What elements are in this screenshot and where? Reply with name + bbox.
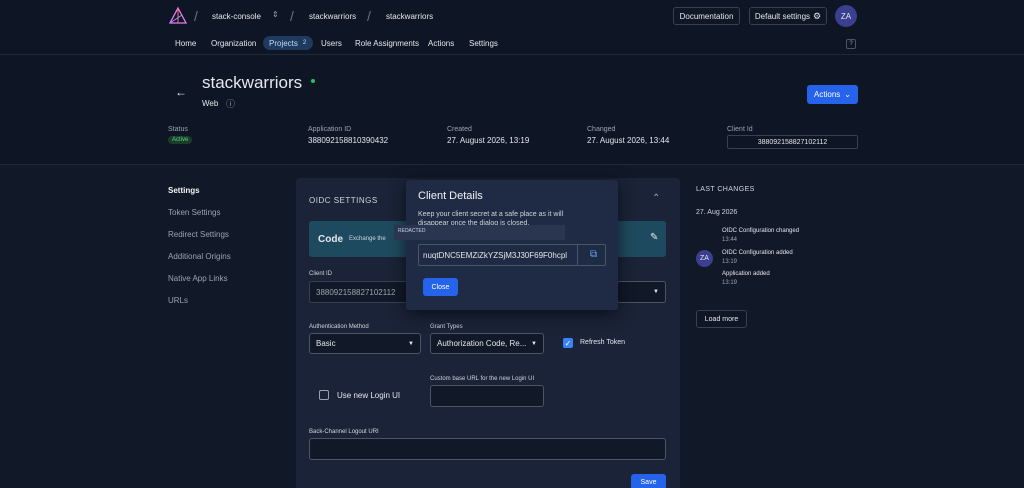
auth-method-select[interactable]: Basic ▼	[309, 333, 421, 354]
sidebar-item-redirect-settings[interactable]: Redirect Settings	[168, 230, 231, 239]
app-header: ← stackwarriors Web ⓘ Actions ⌄ Status A…	[0, 55, 1024, 165]
backchannel-label: Back-Channel Logout URI	[309, 429, 379, 435]
breadcrumb-project[interactable]: stackwarriors	[309, 12, 356, 21]
avatar: ZA	[696, 250, 713, 267]
app-id-value: 388092158810390432	[308, 136, 389, 145]
change-entry-time: 13:19	[722, 259, 738, 265]
last-changes-title: LAST CHANGES	[696, 186, 755, 193]
auth-method-value: Basic	[316, 339, 336, 348]
back-arrow-icon[interactable]: ←	[175, 85, 187, 99]
client-id-copy-field[interactable]: 388092158827102112	[727, 135, 858, 149]
redacted-overlay: REDACTED	[394, 225, 565, 240]
sidebar-item-additional-origins[interactable]: Additional Origins	[168, 252, 231, 261]
sidebar-item-settings[interactable]: Settings	[168, 186, 231, 195]
auth-method-label: Authentication Method	[309, 324, 369, 330]
help-icon[interactable]: ?	[846, 39, 856, 49]
changed-label: Changed	[587, 126, 616, 133]
close-button[interactable]: Close	[423, 278, 458, 296]
change-entry-time: 13:19	[722, 280, 738, 286]
client-secret-field[interactable]: nuqtDNC5EMZiZkYZSjM3J30F69F0hcpl ⧉	[418, 244, 606, 266]
chevron-down-icon: ⌄	[844, 90, 851, 99]
gear-icon: ⚙	[813, 10, 822, 21]
backchannel-input[interactable]	[309, 438, 666, 460]
tab-organization[interactable]: Organization	[211, 39, 256, 48]
copy-icon[interactable]: ⧉	[590, 249, 597, 260]
change-entry-text: OIDC Configuration changed	[722, 228, 800, 234]
client-id-input: 388092158827102112	[309, 281, 409, 303]
created-value: 27. August 2026, 13:19	[447, 136, 530, 145]
use-new-login-label: Use new Login UI	[337, 391, 401, 400]
grant-types-label: Grant Types	[430, 324, 463, 330]
sidebar-item-urls[interactable]: URLs	[168, 296, 231, 305]
settings-sidebar: Settings Token Settings Redirect Setting…	[168, 186, 231, 305]
dropdown-arrow-icon: ▼	[531, 340, 537, 347]
custom-url-input[interactable]	[430, 385, 544, 407]
logo-icon[interactable]	[168, 6, 188, 26]
breadcrumb-separator: /	[194, 8, 198, 24]
tab-projects[interactable]: Projects 2	[263, 36, 313, 50]
load-more-button[interactable]: Load more	[696, 310, 747, 328]
tab-role-assignments[interactable]: Role Assignments	[355, 39, 419, 48]
dialog-title: Client Details	[418, 190, 483, 202]
oidc-settings-title: OIDC SETTINGS	[309, 196, 378, 205]
client-id-input-value: 388092158827102112	[316, 287, 396, 297]
use-new-login-checkbox[interactable]	[319, 390, 329, 400]
default-settings-button[interactable]: Default settings ⚙	[749, 7, 827, 25]
sidebar-item-token-settings[interactable]: Token Settings	[168, 208, 231, 217]
app-id-label: Application ID	[308, 126, 352, 133]
field-divider	[577, 245, 578, 265]
dropdown-arrow-icon: ▼	[653, 289, 659, 295]
dropdown-arrow-icon: ▼	[408, 340, 414, 347]
actions-button[interactable]: Actions ⌄	[807, 85, 858, 104]
client-details-dialog: Client Details Keep your client secret a…	[394, 180, 618, 310]
breadcrumb-separator: /	[290, 8, 294, 24]
tab-actions[interactable]: Actions	[428, 39, 454, 48]
status-label: Status	[168, 126, 188, 133]
client-id-field-label: Client ID	[309, 271, 333, 277]
page-title: stackwarriors	[202, 73, 303, 92]
refresh-token-checkbox[interactable]: ✓	[563, 338, 573, 348]
projects-count-badge: 2	[302, 40, 307, 46]
info-icon[interactable]: ⓘ	[226, 97, 235, 110]
changes-date: 27. Aug 2026	[696, 209, 738, 216]
documentation-button[interactable]: Documentation	[673, 7, 740, 25]
tab-users[interactable]: Users	[321, 39, 342, 48]
change-entry-text: Application added	[722, 271, 770, 277]
grant-types-select[interactable]: Authorization Code, Re... ▼	[430, 333, 544, 354]
chevron-updown-icon[interactable]: ⇕	[272, 10, 279, 19]
edit-icon[interactable]: ✎	[650, 232, 658, 243]
type-select[interactable]: ▼	[617, 281, 666, 303]
save-button[interactable]: Save	[631, 474, 666, 488]
breadcrumb-org[interactable]: stack-console	[212, 12, 261, 21]
created-label: Created	[447, 126, 472, 133]
app-type: Web	[202, 99, 219, 108]
code-desc: Exchange the	[349, 236, 386, 242]
avatar[interactable]: ZA	[835, 5, 857, 27]
refresh-token-label: Refresh Token	[580, 339, 626, 346]
sidebar-item-native-app-links[interactable]: Native App Links	[168, 274, 231, 283]
breadcrumb-app[interactable]: stackwarriors	[386, 12, 433, 21]
status-badge: Active	[168, 136, 193, 144]
client-id-label: Client Id	[727, 126, 753, 133]
change-entry-text: OIDC Configuration added	[722, 250, 793, 256]
grant-types-value: Authorization Code, Re...	[437, 339, 527, 348]
chevron-up-icon[interactable]: ⌃	[652, 193, 660, 204]
client-id-value: 388092158827102112	[757, 138, 828, 146]
tab-projects-label: Projects	[269, 38, 298, 48]
tab-home[interactable]: Home	[175, 39, 196, 48]
top-bar: / stack-console ⇕ / stackwarriors / stac…	[0, 0, 1024, 55]
breadcrumb-separator: /	[367, 8, 371, 24]
tab-settings[interactable]: Settings	[469, 39, 498, 48]
custom-url-label: Custom base URL for the new Login UI	[430, 376, 535, 382]
client-secret-value: nuqtDNC5EMZiZkYZSjM3J30F69F0hcpl	[423, 251, 568, 260]
change-entry-time: 13:44	[722, 237, 738, 243]
status-dot	[311, 79, 315, 83]
redacted-label: REDACTED	[398, 228, 426, 234]
changed-value: 27. August 2026, 13:44	[587, 136, 670, 145]
code-label: Code	[318, 234, 343, 245]
